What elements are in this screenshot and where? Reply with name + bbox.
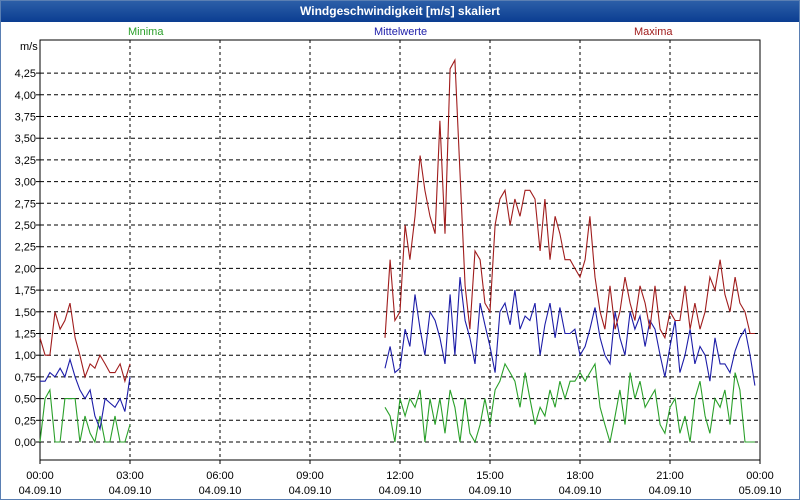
x-tick-time-label: 00:00 [26,470,54,482]
y-tick-label: 3,50 [15,133,36,145]
series-minima-line [384,362,755,444]
x-tick-time-label: 12:00 [386,470,414,482]
y-tick-label: 0,25 [15,415,36,427]
y-tick-label: 2,25 [15,242,36,254]
y-tick-label: 2,50 [15,220,36,232]
x-tick-date-label: 04.09.10 [289,485,332,497]
x-tick-time-label: 18:00 [566,470,594,482]
y-tick-label: 1,75 [15,285,36,297]
x-tick-time-label: 06:00 [206,470,234,482]
x-tick-date-label: 04.09.10 [19,485,62,497]
y-tick-label: 4,25 [15,68,36,80]
y-tick-label: 1,00 [15,350,36,362]
y-tick-label: 0,75 [15,372,36,384]
x-tick-time-label: 21:00 [656,470,684,482]
y-tick-label: 2,00 [15,263,36,275]
y-tick-label: 3,25 [15,155,36,167]
x-tick-date-label: 04.09.10 [649,485,692,497]
x-tick-date-label: 05.09.10 [739,485,782,497]
x-tick-time-label: 15:00 [476,470,504,482]
x-tick-date-label: 04.09.10 [559,485,602,497]
y-tick-label: 2,75 [15,198,36,210]
series-mittelwerte-line [384,277,756,386]
y-tick-label: 1,50 [15,307,36,319]
x-tick-date-label: 04.09.10 [109,485,152,497]
x-tick-date-label: 04.09.10 [379,485,422,497]
y-tick-label: 4,00 [15,90,36,102]
y-tick-label: 1,25 [15,329,36,341]
x-tick-date-label: 04.09.10 [469,485,512,497]
x-tick-date-label: 04.09.10 [199,485,242,497]
y-tick-label: 0,00 [15,437,36,449]
x-tick-time-label: 09:00 [296,470,324,482]
series-maxima-line [384,58,755,340]
y-tick-label: 3,75 [15,112,36,124]
x-tick-time-label: 03:00 [116,470,144,482]
y-tick-label: 3,00 [15,177,36,189]
series-maxima-line [39,302,131,384]
wind-speed-chart: m/s 0,00 0,25 0,50 0,75 1,00 1,25 1,50 1,75 2,00 2… [15,39,782,497]
x-tick-time-label: 00:00 [746,470,774,482]
y-tick-label: 0,50 [15,394,36,406]
y-axis-unit-label: m/s [20,41,38,53]
